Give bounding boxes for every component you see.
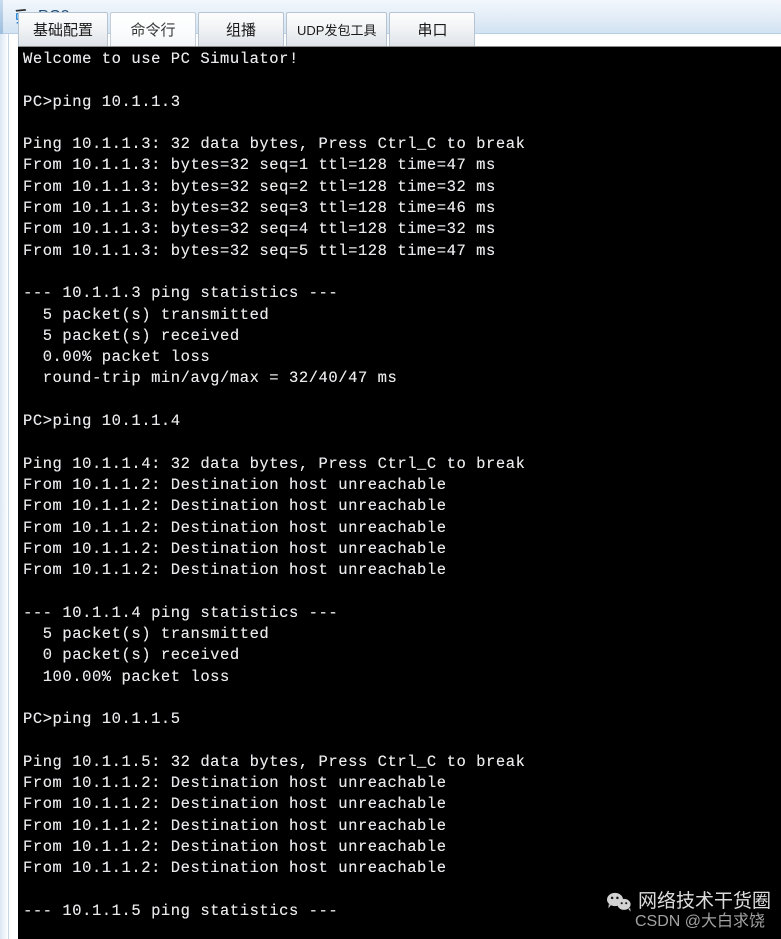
tab-label: 基础配置 (33, 22, 94, 39)
window-left-accent-strip (0, 34, 8, 939)
tab-label: 组播 (226, 22, 257, 39)
terminal-output-text: Welcome to use PC Simulator! PC>ping 10.… (18, 47, 781, 923)
tab-label: 命令行 (130, 22, 176, 39)
command-line-terminal[interactable]: Welcome to use PC Simulator! PC>ping 10.… (18, 46, 781, 939)
tab-udp-tool[interactable]: UDP发包工具 (286, 12, 388, 46)
pc2-simulator-window: PC2 基础配置命令行组播UDP发包工具串口 Welcome to use PC… (0, 0, 781, 939)
tab-label: 串口 (417, 22, 448, 39)
tab-serial-port[interactable]: 串口 (389, 12, 476, 46)
window-left-border-line (8, 34, 9, 939)
tab-strip: 基础配置 命令行 组播 UDP发包工具 串口 (18, 12, 477, 46)
tab-basic-config[interactable]: 基础配置 (18, 12, 109, 46)
tab-multicast[interactable]: 组播 (198, 12, 285, 46)
tab-command-line[interactable]: 命令行 (110, 12, 197, 46)
tab-label: UDP发包工具 (297, 23, 377, 38)
